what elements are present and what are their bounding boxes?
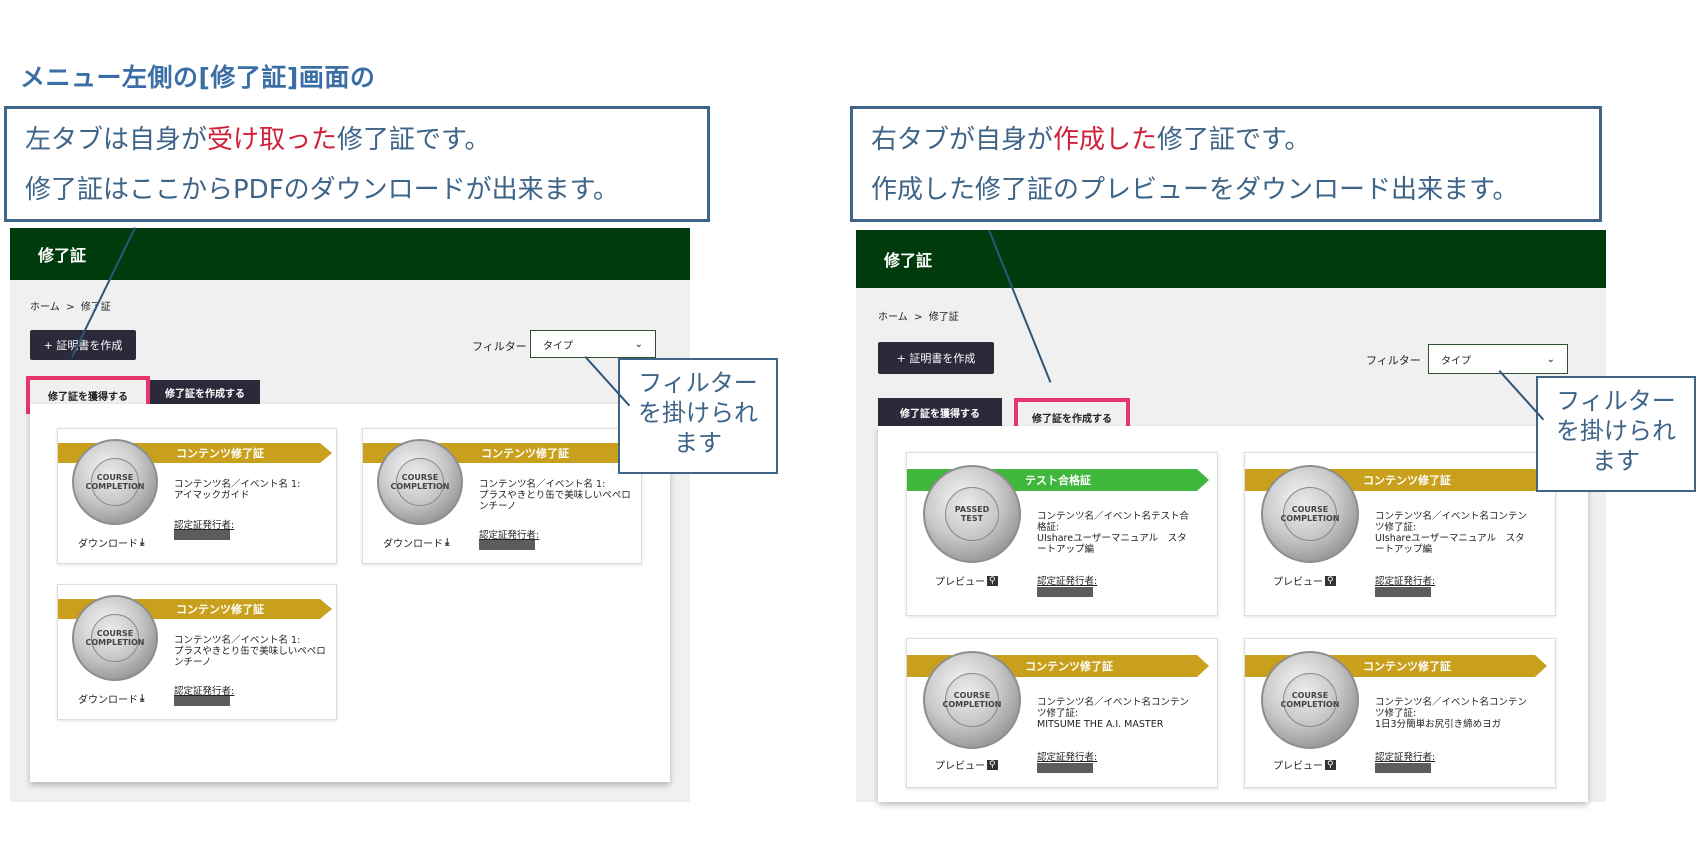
certificate-card[interactable]: コンテンツ修了証 COURSE COMPLETION コンテンツ名／イベント名 1…: [57, 584, 337, 720]
preview-button[interactable]: プレビュー ⚲: [1273, 757, 1336, 772]
redacted-issuer: [1037, 587, 1093, 597]
certificate-card[interactable]: コンテンツ修了証 COURSE COMPLETION コンテンツ名／イベント名 1…: [362, 428, 642, 564]
breadcrumb-home-link[interactable]: ホーム: [878, 312, 908, 323]
redacted-issuer: [1375, 763, 1431, 773]
right-filter-callout: フィルター を掛けられ ます: [1536, 376, 1696, 492]
course-completion-medal-icon: COURSE COMPLETION: [377, 439, 463, 525]
certificate-card[interactable]: コンテンツ修了証 COURSE COMPLETION コンテンツ名／イベント名コン…: [1244, 452, 1556, 616]
preview-search-icon: ⚲: [1325, 575, 1336, 586]
certificate-card[interactable]: コンテンツ修了証 COURSE COMPLETION コンテンツ名／イベント名 1…: [57, 428, 337, 564]
certificate-card[interactable]: コンテンツ修了証 COURSE COMPLETION コンテンツ名／イベント名コン…: [1244, 638, 1556, 788]
redacted-issuer: [1037, 763, 1093, 773]
redacted-issuer: [1375, 587, 1431, 597]
card-description: コンテンツ名／イベント名 1: プラスやきとり缶で美味しいペペロ ンチーノ: [174, 635, 326, 668]
certificate-card[interactable]: コンテンツ修了証 COURSE COMPLETION コンテンツ名／イベント名コン…: [906, 638, 1218, 788]
preview-search-icon: ⚲: [987, 759, 998, 770]
issuer-label: 認定証発行者:: [1037, 752, 1098, 763]
right-create-certificate-button[interactable]: + 証明書を作成: [878, 342, 994, 374]
download-button[interactable]: ダウンロード ⤓: [78, 535, 144, 550]
course-completion-medal-icon: COURSE COMPLETION: [72, 595, 158, 681]
download-button[interactable]: ダウンロード ⤓: [383, 535, 449, 550]
left-filter-value: タイプ: [543, 340, 573, 352]
left-panel-title: 修了証: [38, 246, 87, 265]
redacted-issuer: [174, 530, 230, 540]
issuer-label: 認定証発行者:: [174, 686, 235, 697]
left-filter-select[interactable]: タイプ ⌄: [530, 330, 656, 358]
page-heading: メニュー左側の[修了証]画面の: [20, 63, 376, 92]
issuer-label: 認定証発行者:: [1375, 752, 1436, 763]
card-description: コンテンツ名／イベント名 1: アイマックガイド: [174, 479, 301, 501]
issuer-label: 認定証発行者:: [1375, 576, 1436, 587]
redacted-issuer: [174, 696, 230, 706]
course-completion-medal-icon: COURSE COMPLETION: [1261, 465, 1359, 563]
preview-button[interactable]: プレビュー ⚲: [935, 573, 998, 588]
preview-button[interactable]: プレビュー ⚲: [935, 757, 998, 772]
right-panel-header: 修了証: [856, 230, 1606, 288]
left-filter-label: フィルター: [472, 340, 527, 353]
left-filter-callout: フィルター を掛けられ ます: [618, 358, 778, 474]
issuer-label: 認定証発行者:: [479, 530, 540, 541]
left-explanation-callout: 左タブは自身が受け取った修了証です。 修了証はここからPDFのダウンロードが出来…: [4, 106, 710, 222]
right-explanation-callout: 右タブが自身が作成した修了証です。 作成した修了証のプレビューをダウンロード出来…: [850, 106, 1602, 222]
download-icon: ⤓: [140, 537, 145, 548]
right-filter-label: フィルター: [1366, 354, 1421, 367]
card-description: コンテンツ名／イベント名 1: プラスやきとり缶で美味しいペペロ ンチーノ: [479, 479, 631, 512]
course-completion-medal-icon: COURSE COMPLETION: [72, 439, 158, 525]
right-breadcrumb: ホーム > 修了証: [878, 312, 959, 323]
course-completion-medal-icon: COURSE COMPLETION: [1261, 651, 1359, 749]
chevron-down-icon: ⌄: [1546, 353, 1555, 365]
issuer-label: 認定証発行者:: [1037, 576, 1098, 587]
right-panel-title: 修了証: [884, 251, 933, 270]
redacted-issuer: [479, 540, 535, 550]
right-tab-received[interactable]: 修了証を獲得する: [878, 398, 1002, 426]
card-description: コンテンツ名／イベント名テスト合 格証: UIshareユーザーマニュアル スタ…: [1037, 511, 1190, 555]
breadcrumb-home-link[interactable]: ホーム: [30, 302, 60, 313]
passed-test-medal-icon: PASSED TEST: [923, 465, 1021, 563]
preview-search-icon: ⚲: [1325, 759, 1336, 770]
issuer-label: 認定証発行者:: [174, 520, 235, 531]
card-description: コンテンツ名／イベント名コンテン ツ修了証: MITSUME THE A.I. …: [1037, 697, 1190, 730]
preview-button[interactable]: プレビュー ⚲: [1273, 573, 1336, 588]
left-tab-created[interactable]: 修了証を作成する: [150, 380, 260, 404]
course-completion-medal-icon: COURSE COMPLETION: [923, 651, 1021, 749]
card-description: コンテンツ名／イベント名コンテン ツ修了証: UIshareユーザーマニュアル …: [1375, 511, 1528, 555]
chevron-down-icon: ⌄: [634, 338, 643, 350]
preview-search-icon: ⚲: [987, 575, 998, 586]
download-button[interactable]: ダウンロード ⤓: [78, 691, 144, 706]
download-icon: ⤓: [445, 537, 450, 548]
certificate-card[interactable]: テスト合格証 PASSED TEST コンテンツ名／イベント名テスト合 格証: U…: [906, 452, 1218, 616]
right-filter-select[interactable]: タイプ ⌄: [1428, 344, 1568, 374]
breadcrumb-current: 修了証: [928, 312, 959, 323]
card-description: コンテンツ名／イベント名コンテン ツ修了証: 1日3分簡単お尻引き締めヨガ: [1375, 697, 1528, 730]
download-icon: ⤓: [140, 693, 145, 704]
right-filter-value: タイプ: [1441, 355, 1471, 367]
